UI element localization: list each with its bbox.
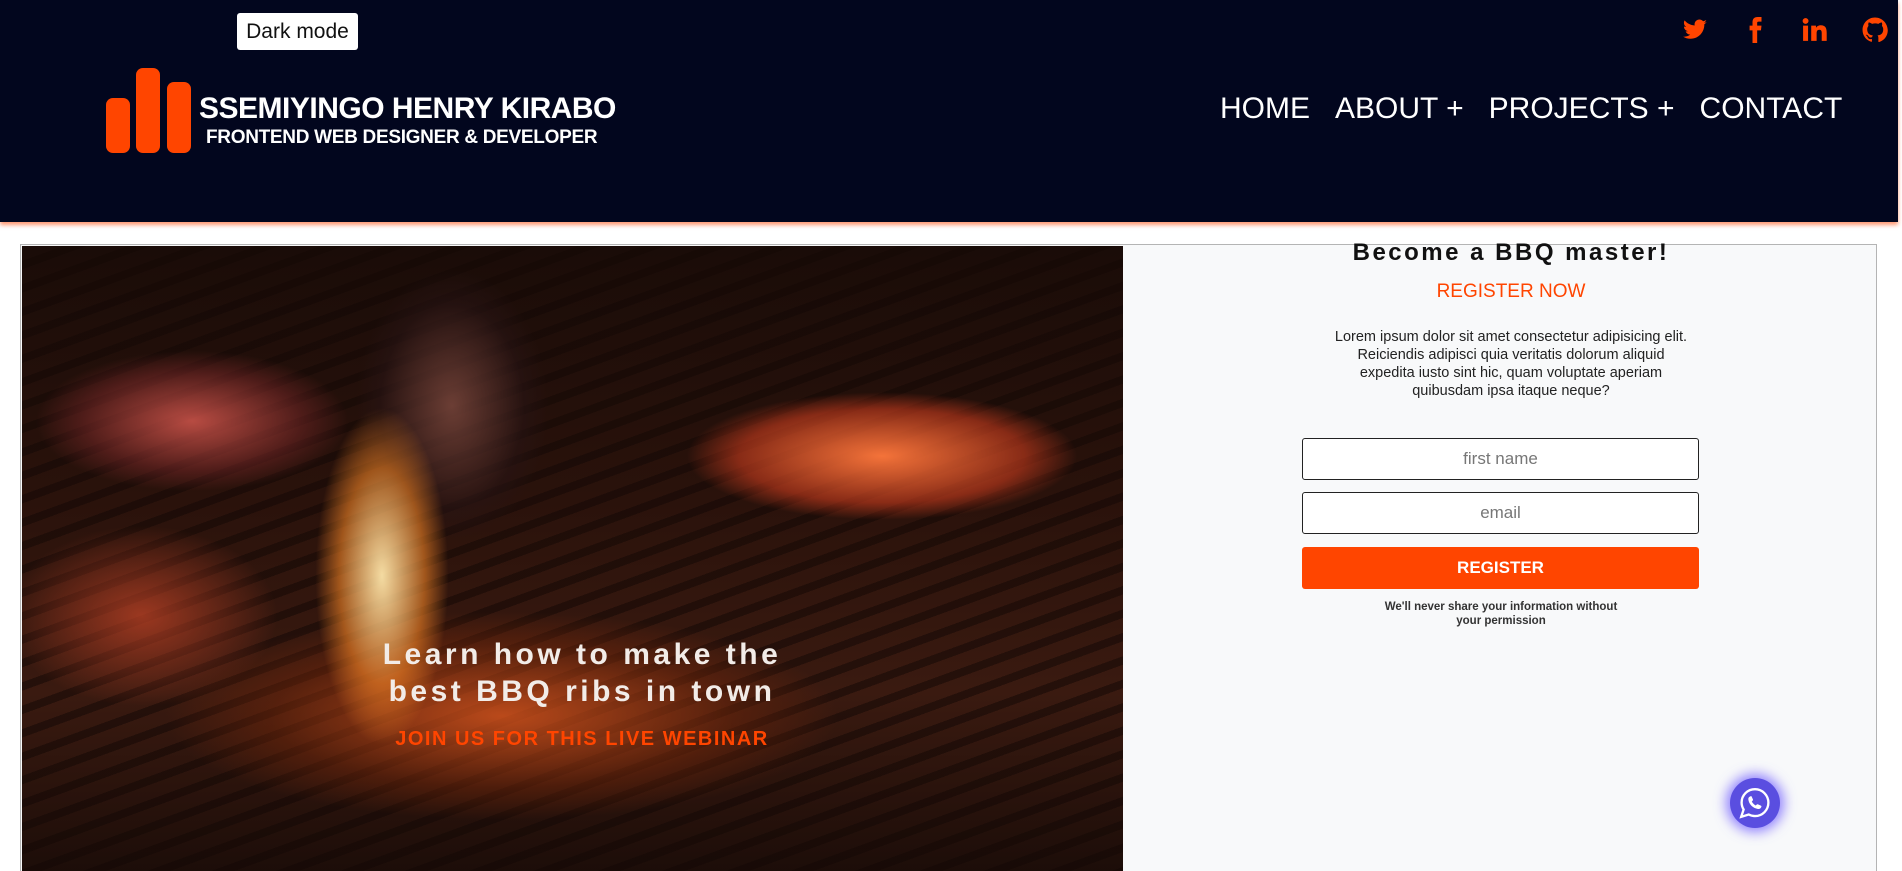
twitter-link[interactable] (1665, 16, 1725, 44)
nav-contact[interactable]: CONTACT (1700, 92, 1843, 126)
register-button[interactable]: REGISTER (1302, 547, 1699, 589)
dark-mode-toggle[interactable]: Dark mode (237, 13, 358, 50)
bbq-grill-hero-image: Learn how to make the best BBQ ribs in t… (22, 246, 1123, 871)
whatsapp-icon (1739, 788, 1770, 819)
social-links (1665, 16, 1902, 44)
bar-chart-logo-icon[interactable] (106, 68, 191, 153)
brand-subtitle: FRONTEND WEB DESIGNER & DEVELOPER (206, 127, 598, 148)
privacy-note: We'll never share your information witho… (1384, 601, 1618, 627)
twitter-icon (1682, 19, 1707, 39)
linkedin-icon (1802, 18, 1827, 41)
brand-name[interactable]: SSEMIYINGO HENRY KIRABO (199, 92, 616, 126)
facebook-link[interactable] (1725, 16, 1785, 44)
register-now-label: REGISTER NOW (1436, 281, 1586, 302)
nav-about[interactable]: ABOUT + (1335, 92, 1464, 126)
main-nav: HOME ABOUT + PROJECTS + CONTACT (1220, 92, 1842, 126)
linkedin-link[interactable] (1785, 16, 1845, 44)
hero-subtitle: JOIN US FOR THIS LIVE WEBINAR (395, 728, 769, 750)
hero-title: Learn how to make the best BBQ ribs in t… (382, 638, 782, 708)
facebook-icon (1749, 17, 1762, 43)
site-header: Dark mode SSEMIYINGO HENRY KIRABO FRONTE… (0, 0, 1898, 222)
github-link[interactable] (1845, 16, 1902, 44)
form-title: Become a BBQ master! (1352, 239, 1670, 266)
email-input[interactable] (1302, 492, 1699, 534)
github-icon (1862, 17, 1888, 43)
nav-home[interactable]: HOME (1220, 92, 1310, 126)
nav-projects[interactable]: PROJECTS + (1489, 92, 1675, 126)
first-name-input[interactable] (1302, 438, 1699, 480)
form-description: Lorem ipsum dolor sit amet consectetur a… (1334, 329, 1688, 399)
whatsapp-button[interactable] (1730, 778, 1780, 828)
